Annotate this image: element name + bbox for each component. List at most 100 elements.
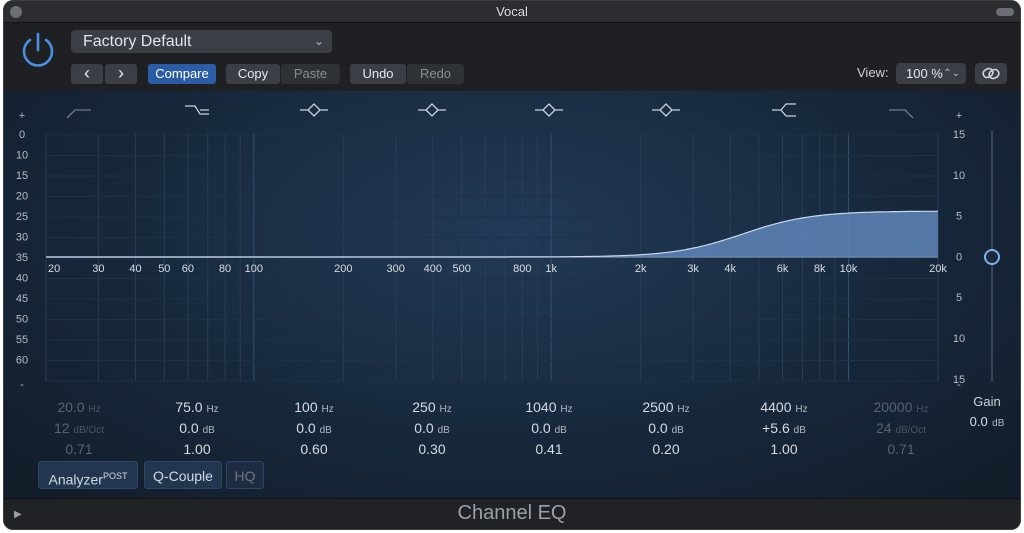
band-gain-row[interactable]: 12 dB/Oct [24,418,134,439]
eq-graph[interactable]: 20 30 40 50 60 80 100 200 300 400 500 800 1k 2k 3k 4k 6k… [4,91,1020,391]
band-7-readout[interactable]: 4400 Hz +5.6 dB 1.00 [729,397,839,460]
power-icon[interactable] [18,31,58,71]
band-gain-row[interactable]: 0.0 dB [142,418,252,439]
band-gain-row[interactable]: 0.0 dB [494,418,604,439]
band-frequency-row[interactable]: 4400 Hz [729,397,839,418]
frequency-label: 2k [635,263,647,275]
band-gain: +5.6 [762,420,790,436]
plugin-header: Factory Default ⌄ ‹ › Compare Copy Paste… [4,23,1020,91]
compare-button[interactable]: Compare [148,64,216,84]
band-gain-row[interactable]: 0.0 dB [611,418,721,439]
band-gain-unit: dB [202,425,215,436]
band-gain-row[interactable]: 0.0 dB [377,418,487,439]
band-2-readout[interactable]: 75.0 Hz 0.0 dB 1.00 [142,397,252,460]
previous-preset-button[interactable]: ‹ [71,64,103,84]
next-preset-button[interactable]: › [105,64,137,84]
band-gain-row[interactable]: +5.6 dB [729,418,839,439]
band-8-readout[interactable]: 20000 Hz 24 dB/Oct 0.71 [846,397,956,460]
q-couple-button[interactable]: Q-Couple [144,461,222,489]
frequency-label: 8k [814,263,826,275]
band-frequency-row[interactable]: 20.0 Hz [24,397,134,418]
copy-button[interactable]: Copy [226,64,280,84]
gain-readout[interactable]: Gain 0.0 dB [959,391,1015,431]
band-frequency-row[interactable]: 20000 Hz [846,397,956,418]
band-3-readout[interactable]: 100 Hz 0.0 dB 0.60 [259,397,369,460]
band-q-row[interactable]: 1.00 [142,439,252,460]
band-frequency-unit: Hz [439,404,452,415]
low-cut-icon[interactable] [66,109,91,119]
analyzer-button[interactable]: AnalyzerPOST [38,461,138,489]
band-gain-unit: dB/Oct [73,425,105,436]
stepper-icon: ⌃⌄ [943,68,960,79]
hq-button[interactable]: HQ [226,461,264,489]
db-label-left: + [19,110,25,122]
band-frequency-row[interactable]: 75.0 Hz [142,397,252,418]
frequency-label: 50 [158,263,170,275]
band-q-row[interactable]: 0.30 [377,439,487,460]
band-q-row[interactable]: 1.00 [729,439,839,460]
band-q-row[interactable]: 0.41 [494,439,604,460]
band-6-readout[interactable]: 2500 Hz 0.0 dB 0.20 [611,397,721,460]
plugin-name: Channel EQ [457,502,567,524]
band-frequency-row[interactable]: 1040 Hz [494,397,604,418]
band-gain-unit: dB [437,425,450,436]
band-frequency-row[interactable]: 2500 Hz [611,397,721,418]
low-shelf-icon[interactable] [185,105,209,115]
band-frequency-unit: Hz [916,404,929,415]
zoom-value: 100 % [906,66,943,81]
band-q-row[interactable]: 0.71 [846,439,956,460]
band-frequency-unit: Hz [206,404,219,415]
link-icon [982,67,1000,80]
db-label-left: 45 [16,293,28,305]
band-q-row[interactable]: 0.60 [259,439,369,460]
frequency-label: 100 [245,263,263,275]
frequency-label: 500 [452,263,470,275]
band-gain-unit: dB [793,425,806,436]
analyzer-label: Analyzer [48,471,103,488]
band-gain: 0.0 [179,420,199,436]
bell-icon[interactable] [535,103,563,117]
band-type-icons[interactable] [66,103,914,119]
db-label-right: 5 [956,211,962,223]
eq-display[interactable]: 20 30 40 50 60 80 100 200 300 400 500 800 1k 2k 3k 4k 6k… [4,91,1020,498]
band-q-row[interactable]: 0.71 [24,439,134,460]
bell-icon[interactable] [418,103,446,117]
db-label-left: 40 [16,273,28,285]
band-frequency: 100 [294,399,318,415]
resize-icon[interactable] [996,8,1014,16]
frequency-labels: 20 30 40 50 60 80 100 200 300 400 500 800 1k 2k 3k 4k 6k… [48,263,947,275]
gain-slider-handle[interactable] [984,249,1000,265]
frequency-label: 6k [777,263,789,275]
high-shelf-icon[interactable] [772,103,796,117]
band-gain: 0.0 [648,420,668,436]
db-label-left: - [20,379,24,391]
paste-button[interactable]: Paste [281,64,340,84]
band-4-readout[interactable]: 250 Hz 0.0 dB 0.30 [377,397,487,460]
bell-icon[interactable] [300,103,328,117]
band-frequency-row[interactable]: 100 Hz [259,397,369,418]
band-gain: 0.0 [414,420,434,436]
undo-button[interactable]: Undo [350,64,406,84]
band-frequency: 4400 [760,399,792,415]
view-zoom-select[interactable]: 100 % ⌃⌄ [896,63,966,84]
band-5-readout[interactable]: 1040 Hz 0.0 dB 0.41 [494,397,604,460]
high-cut-icon[interactable] [889,109,914,119]
band-q: 1.00 [183,441,211,457]
band-q-row[interactable]: 0.20 [611,439,721,460]
analyzer-mode: POST [102,471,128,481]
bell-icon[interactable] [652,103,680,117]
chevron-down-icon: ⌄ [313,34,324,48]
gain-label: Gain [973,394,1001,409]
band-frequency-row[interactable]: 250 Hz [377,397,487,418]
db-label-left: 10 [16,150,28,162]
close-icon[interactable] [10,6,22,18]
db-label-left: 35 [16,252,28,264]
band-gain-row[interactable]: 24 dB/Oct [846,418,956,439]
db-label-left: 20 [16,191,28,203]
preset-menu[interactable]: Factory Default ⌄ [71,30,332,53]
redo-button[interactable]: Redo [407,64,464,84]
band-1-readout[interactable]: 20.0 Hz 12 dB/Oct 0.71 [24,397,134,460]
link-button[interactable] [975,63,1007,84]
band-gain-row[interactable]: 0.0 dB [259,418,369,439]
band-gain-unit: dB/Oct [895,425,927,436]
